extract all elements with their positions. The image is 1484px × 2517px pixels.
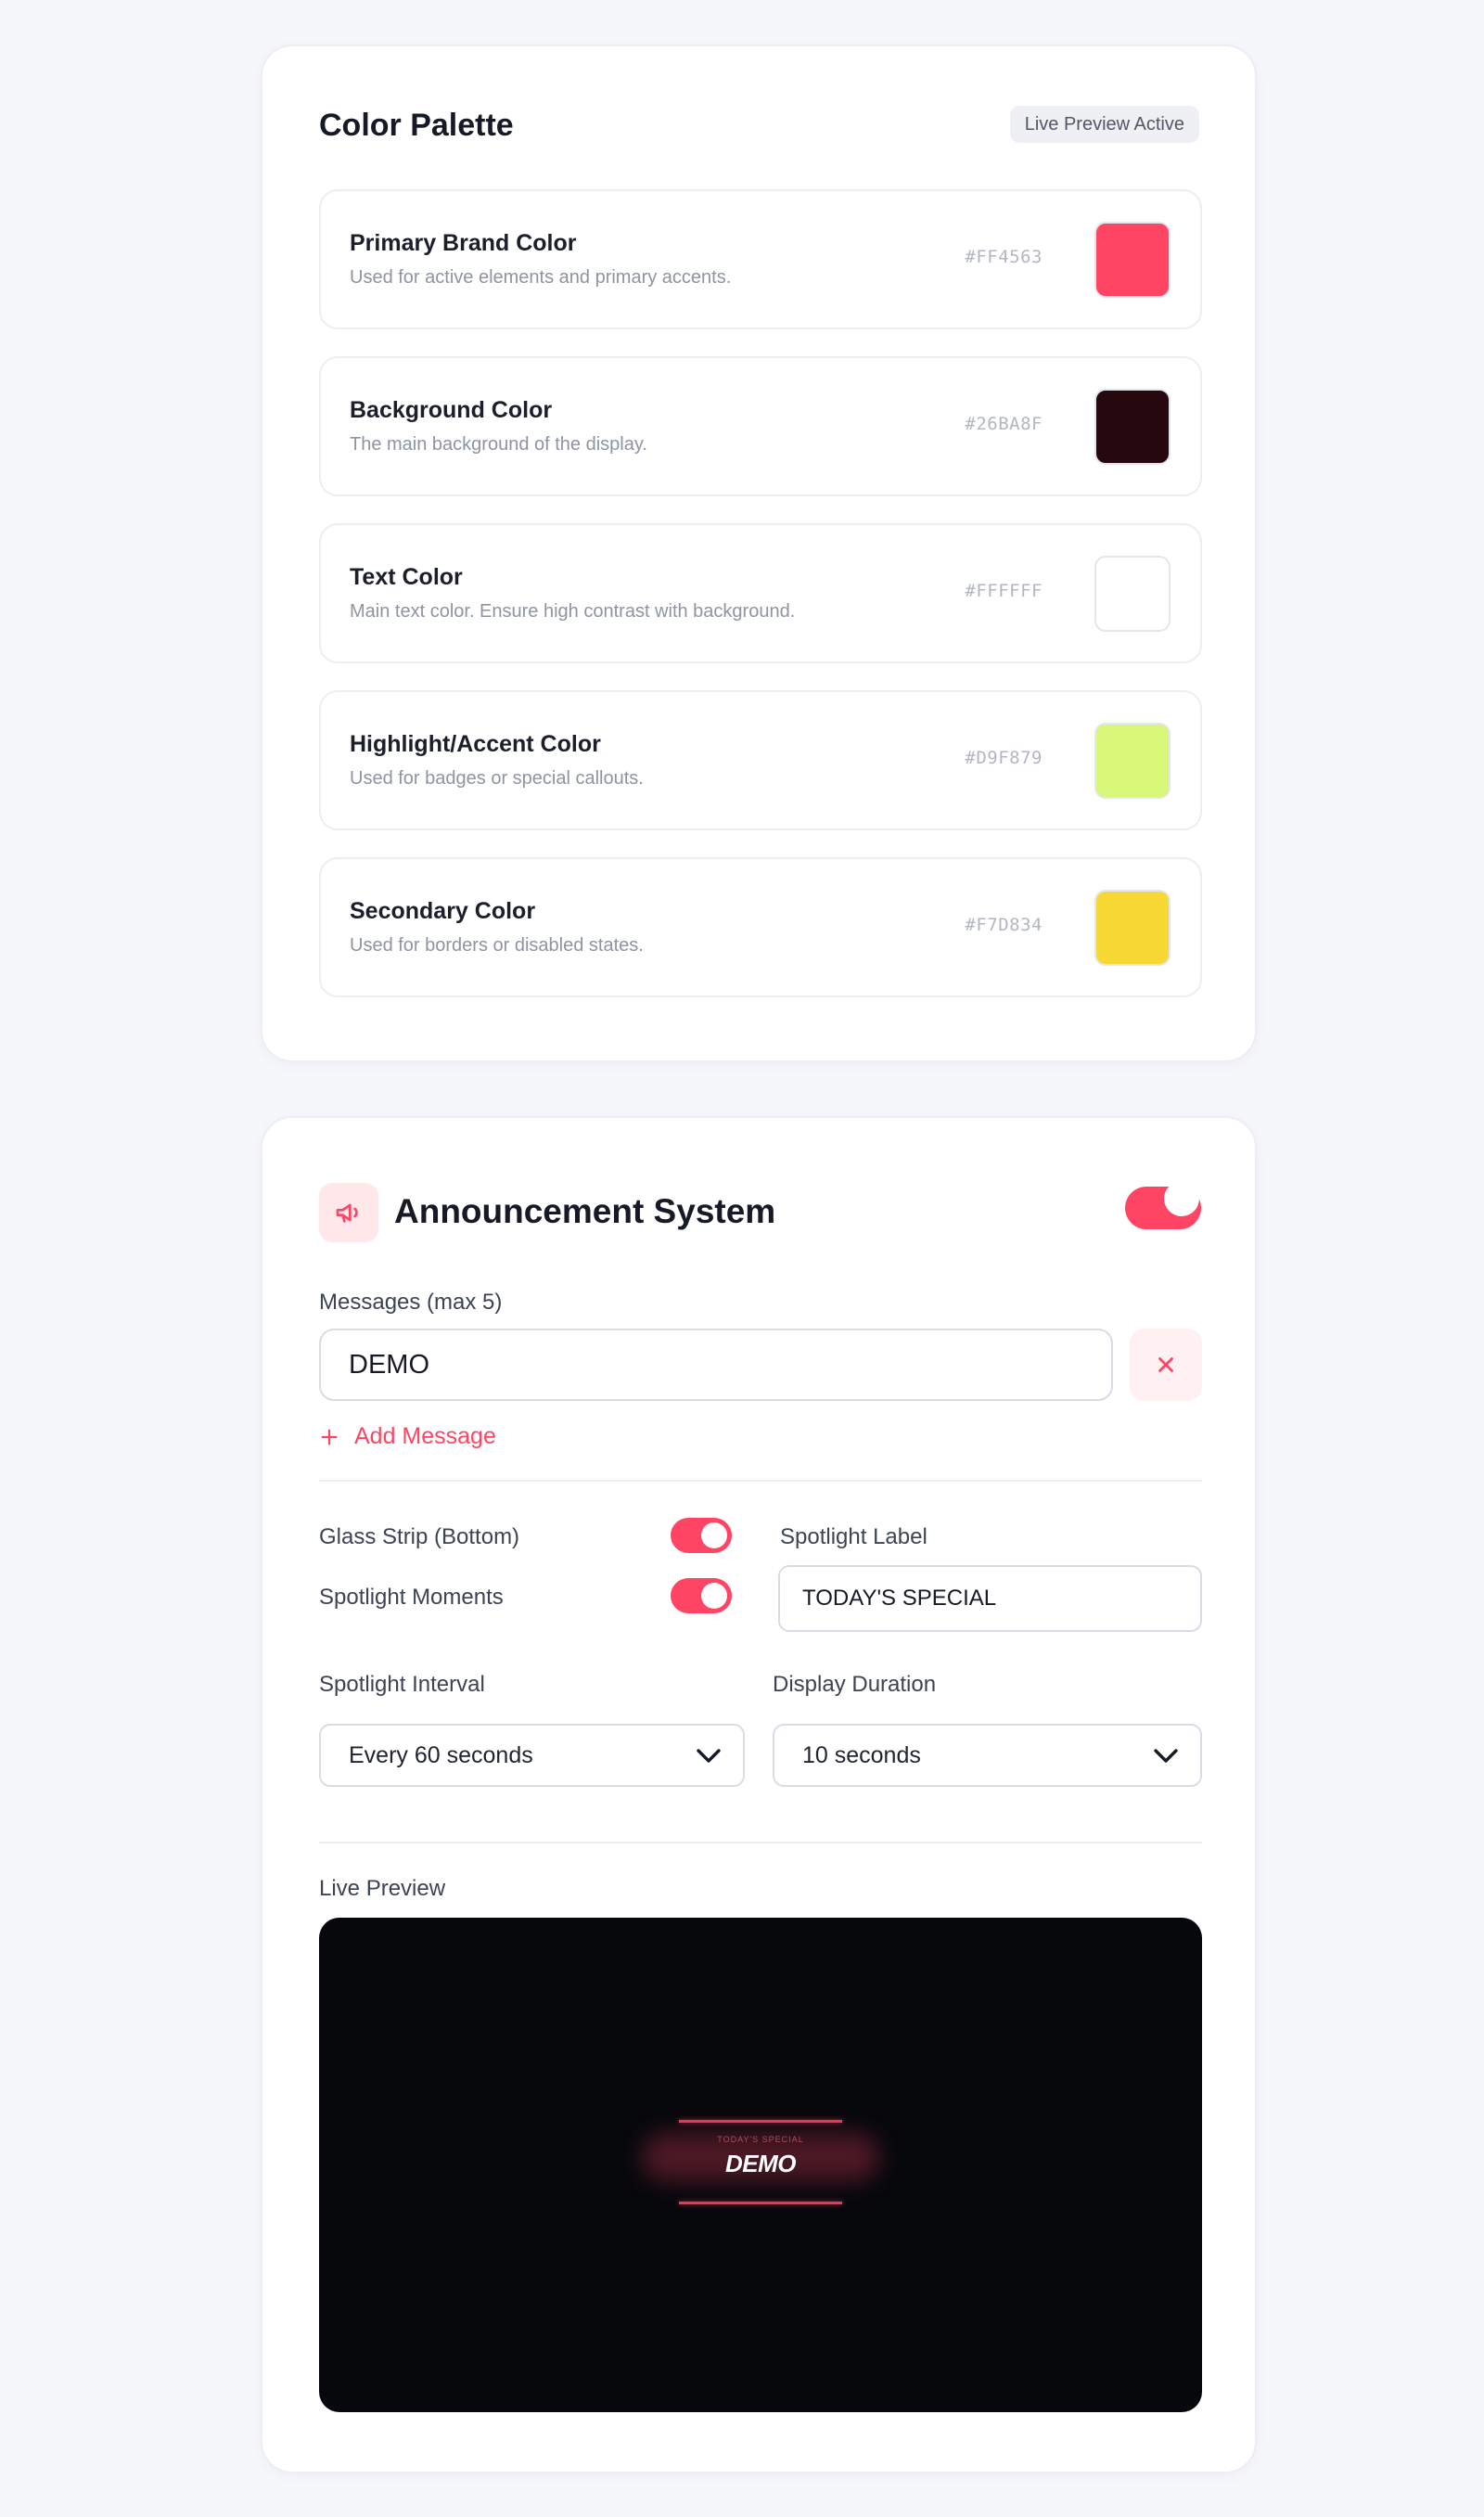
- color-swatch-background[interactable]: [1094, 389, 1171, 465]
- color-hex: #26BA8F: [965, 414, 1043, 434]
- toggle-knob: [1164, 1181, 1199, 1216]
- add-message-label: Add Message: [354, 1423, 496, 1449]
- divider: [319, 1842, 1202, 1843]
- color-hex: #FFFFFF: [965, 581, 1043, 601]
- color-swatch-text[interactable]: [1094, 556, 1171, 632]
- color-palette-title: Color Palette: [319, 108, 514, 143]
- color-swatch-secondary[interactable]: [1094, 890, 1171, 966]
- spotlight-top-line: [679, 2120, 842, 2123]
- glass-strip-label: Glass Strip (Bottom): [319, 1524, 520, 1549]
- message-input[interactable]: [319, 1329, 1113, 1401]
- add-message-button[interactable]: Add Message: [319, 1423, 496, 1450]
- color-row-secondary: Secondary Color Used for borders or disa…: [319, 857, 1202, 997]
- live-preview-badge: Live Preview Active: [1009, 106, 1199, 143]
- spotlight-interval-label: Spotlight Interval: [319, 1672, 485, 1697]
- color-row-background: Background Color The main background of …: [319, 356, 1202, 496]
- close-icon: [1158, 1357, 1173, 1372]
- toggle-knob: [701, 1583, 727, 1609]
- spotlight-label-label: Spotlight Label: [780, 1524, 928, 1549]
- color-row-highlight: Highlight/Accent Color Used for badges o…: [319, 690, 1202, 830]
- color-description: Main text color. Ensure high contrast wi…: [350, 601, 796, 622]
- announcement-title: Announcement System: [394, 1192, 776, 1230]
- announcement-enable-toggle[interactable]: [1125, 1181, 1201, 1229]
- color-description: The main background of the display.: [350, 434, 647, 455]
- color-name: Primary Brand Color: [350, 230, 577, 256]
- color-name: Highlight/Accent Color: [350, 731, 601, 757]
- color-description: Used for badges or special callouts.: [350, 768, 644, 789]
- color-hex: #FF4563: [965, 247, 1043, 267]
- preview-message: DEMO: [725, 2150, 797, 2177]
- spotlight-moments-toggle[interactable]: [671, 1578, 732, 1613]
- display-duration-label: Display Duration: [773, 1672, 937, 1697]
- color-palette-card: Color Palette Live Preview Active Primar…: [261, 45, 1257, 1062]
- color-name: Secondary Color: [350, 898, 536, 924]
- glass-strip-toggle[interactable]: [671, 1518, 732, 1553]
- live-preview-label: Live Preview: [319, 1876, 446, 1901]
- spotlight-label-input[interactable]: [778, 1565, 1202, 1632]
- color-row-text: Text Color Main text color. Ensure high …: [319, 523, 1202, 663]
- color-row-primary: Primary Brand Color Used for active elem…: [319, 189, 1202, 329]
- color-description: Used for borders or disabled states.: [350, 935, 644, 956]
- preview-spotlight-label: TODAY'S SPECIAL: [717, 2135, 804, 2144]
- color-name: Text Color: [350, 564, 463, 590]
- plus-icon: [321, 1429, 338, 1445]
- color-description: Used for active elements and primary acc…: [350, 267, 732, 288]
- color-swatch-highlight[interactable]: [1094, 723, 1171, 799]
- spotlight-interval-select[interactable]: Every 60 seconds: [319, 1724, 745, 1787]
- divider: [319, 1480, 1202, 1482]
- display-duration-select[interactable]: 10 seconds: [773, 1724, 1202, 1787]
- toggle-knob: [701, 1522, 727, 1548]
- select-value: Every 60 seconds: [349, 1741, 533, 1768]
- chevron-down-icon: [697, 1749, 721, 1763]
- color-hex: #F7D834: [965, 915, 1043, 935]
- live-preview-screen: TODAY'S SPECIAL DEMO: [319, 1918, 1202, 2412]
- color-hex: #D9F879: [965, 748, 1043, 768]
- spotlight-moments-label: Spotlight Moments: [319, 1585, 504, 1610]
- announcement-system-card: Announcement System Messages (max 5) Add…: [261, 1116, 1257, 2473]
- spotlight-bottom-line: [679, 2202, 842, 2204]
- select-value: 10 seconds: [802, 1741, 921, 1768]
- color-swatch-primary[interactable]: [1094, 222, 1171, 298]
- color-name: Background Color: [350, 397, 553, 423]
- messages-label: Messages (max 5): [319, 1290, 503, 1315]
- remove-message-button[interactable]: [1130, 1329, 1202, 1401]
- chevron-down-icon: [1154, 1749, 1178, 1763]
- megaphone-icon: [319, 1183, 378, 1242]
